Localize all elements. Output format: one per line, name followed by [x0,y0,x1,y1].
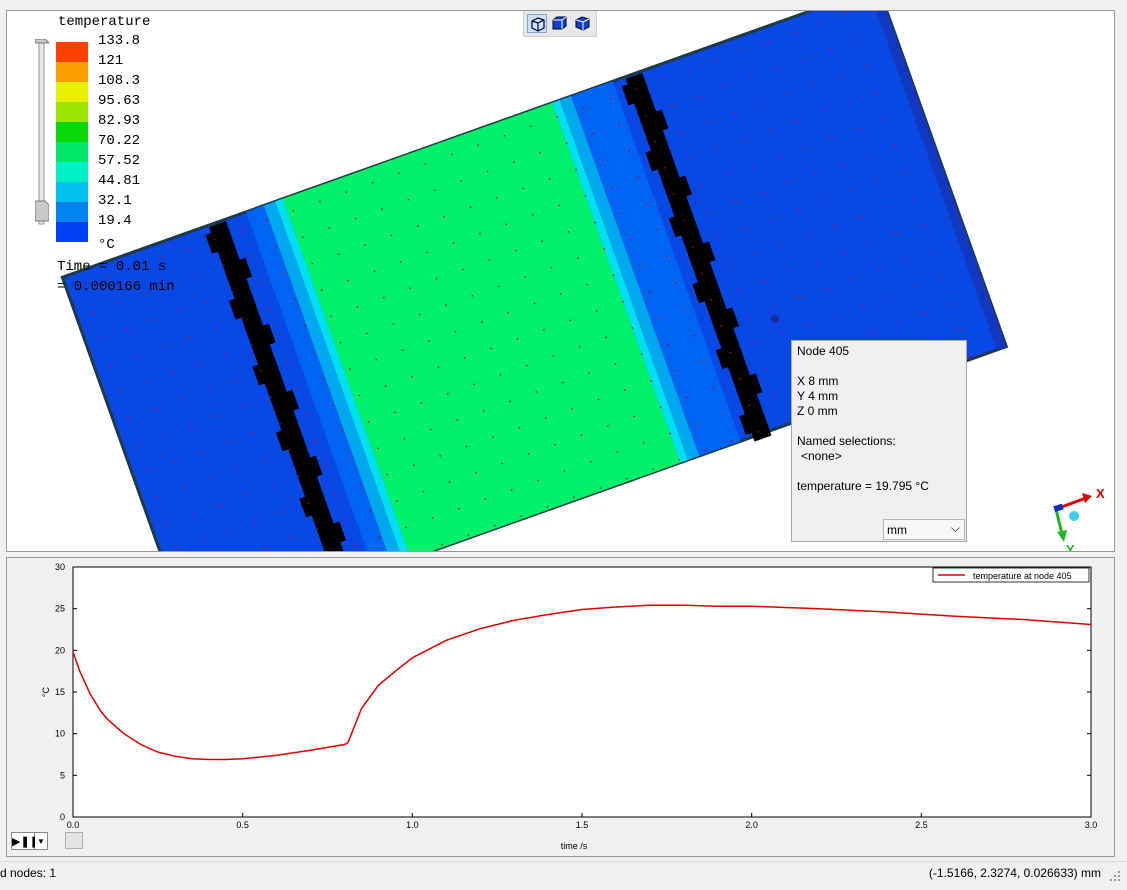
node-z: Z 0 mm [797,404,838,418]
legend-label: 95.63 [98,93,140,109]
x-tick-label: 1.5 [576,820,589,830]
legend-swatch [56,202,88,222]
legend-label: 57.52 [98,153,140,169]
axis-x-label: X [1096,486,1105,501]
legend-series-label: temperature at node 405 [973,571,1072,581]
play-pause-button[interactable]: ▶❚❚ [11,832,35,850]
front-view-button[interactable] [550,14,570,33]
x-axis-label: time /s [561,841,588,851]
iso-view-button[interactable] [527,14,547,33]
x-tick-label: 2.5 [915,820,928,830]
legend-swatch [56,62,88,82]
y-tick-label: 30 [55,562,65,572]
x-tick-label: 1.0 [406,820,419,830]
chart-legend: temperature at node 405 [933,568,1089,582]
legend-swatch [56,122,88,142]
named-selections-label: Named selections: [797,434,896,448]
legend-label: 70.22 [98,133,140,149]
unit-select[interactable]: mm ⌵ [883,519,965,540]
unit-select-value: mm [887,523,907,537]
y-tick-label: 10 [55,729,65,739]
plot-area [73,567,1091,817]
legend-unit: °C [98,237,115,253]
legend-swatch [56,102,88,122]
y-tick-label: 0 [60,812,65,822]
x-tick-label: 0.5 [236,820,249,830]
view-toolbar [523,11,597,37]
status-coordinates: (-1.5166, 2.3274, 0.026633) mm [929,866,1101,880]
legend-swatch [56,82,88,102]
shaded-view-button[interactable] [573,14,593,33]
y-tick-label: 15 [55,687,65,697]
legend-label: 19.4 [98,213,132,229]
legend-label: 108.3 [98,73,140,89]
node-title: Node 405 [797,344,849,358]
y-tick-label: 20 [55,645,65,655]
legend-swatch [56,162,88,182]
shaded-cube-icon [573,14,591,31]
legend-label: 121 [98,53,123,69]
node-info-popup: Node 405 X 8 mm Y 4 mm Z 0 mm Named sele… [791,340,967,542]
legend-label: 32.1 [98,193,132,209]
legend-swatch [56,222,88,242]
status-selected-nodes: d nodes: 1 [0,866,56,880]
play-options-dropdown[interactable]: ▼ [35,832,48,850]
node-y: Y 4 mm [797,389,838,403]
model-viewport[interactable]: temperature °C Time = 0.01 s = 0.000166 … [6,10,1115,552]
legend-label: 44.81 [98,173,140,189]
legend-swatch [56,42,88,62]
x-tick-label: 2.0 [745,820,758,830]
y-axis-label: °C [41,686,51,697]
y-tick-label: 5 [60,770,65,780]
status-bar: d nodes: 1 (-1.5166, 2.3274, 0.026633) m… [0,861,1127,890]
legend-title: temperature [58,14,150,30]
legend-label: 133.8 [98,33,140,49]
time-minutes: = 0.000166 min [57,279,175,295]
plot-panel: 0.0 0.5 1.0 1.5 2.0 2.5 3.0 0 5 10 15 20 25 30 temper… [6,557,1115,857]
front-view-icon [550,14,568,31]
iso-view-icon [528,15,546,32]
legend-range-slider[interactable] [35,39,49,229]
selected-node-marker [771,315,779,323]
axis-y-label: Y [1066,542,1075,551]
time-seconds: Time = 0.01 s [57,259,166,275]
axis-triad: X Y [1044,476,1114,551]
x-tick-label: 3.0 [1085,820,1098,830]
chevron-down-icon: ▼ [37,837,45,846]
legend-swatch [56,142,88,162]
legend-label: 82.93 [98,113,140,129]
y-tick-label: 25 [55,604,65,614]
temperature-chart[interactable]: 0.0 0.5 1.0 1.5 2.0 2.5 3.0 0 5 10 15 20 25 30 temper… [7,558,1114,856]
x-tick-label: 0.0 [67,820,80,830]
animation-frame-button[interactable] [65,832,83,849]
node-temperature: temperature = 19.795 °C [797,479,929,493]
node-x: X 8 mm [797,374,838,388]
chevron-down-icon: ⌵ [951,521,960,536]
resize-grip-icon[interactable] [1109,870,1121,882]
named-selections-value: <none> [801,449,842,463]
legend-swatch [56,182,88,202]
